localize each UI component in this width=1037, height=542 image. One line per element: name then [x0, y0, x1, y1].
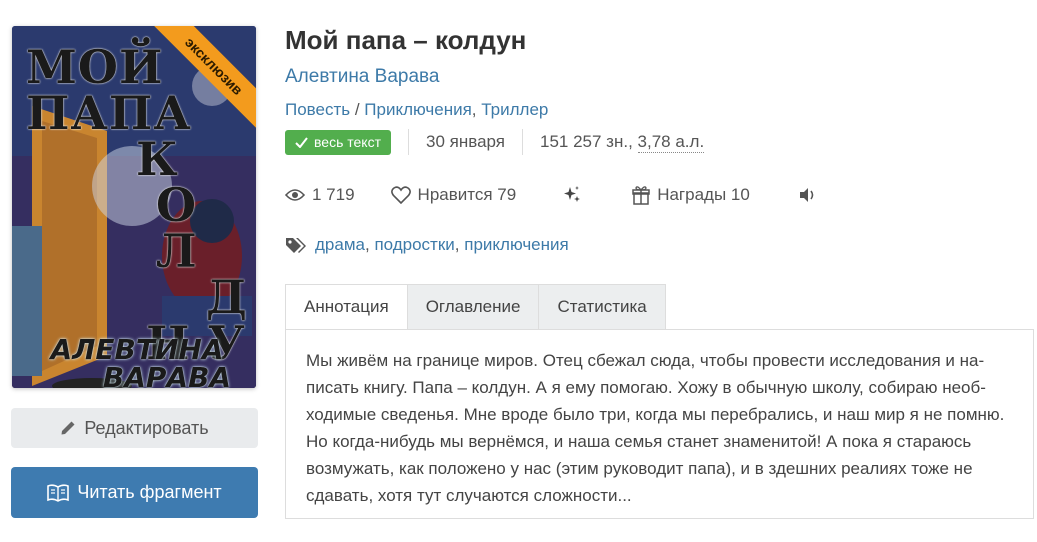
likes-label: Нравится 79 [417, 185, 517, 204]
cover-title-line: О Л [156, 178, 198, 278]
views-stat: 1 719 [285, 185, 355, 205]
publish-date: 30 января [426, 132, 505, 151]
annotation-text: Мы живём на границе миров. Отец сбежал с… [306, 351, 1005, 505]
check-icon [295, 136, 308, 148]
cover-title-line: Д [206, 270, 248, 324]
tag-link[interactable]: приключения [464, 235, 568, 254]
read-fragment-button[interactable]: Читать фрагмент [11, 467, 258, 518]
sparkle-button[interactable] [562, 185, 582, 205]
genre-link[interactable]: Приключения [364, 100, 472, 119]
genre-separator: , [471, 100, 482, 119]
book-icon [47, 483, 70, 502]
audio-button[interactable] [798, 187, 816, 203]
tags-row: драма, подростки, приключения [285, 233, 569, 257]
tags-list: драма, подростки, приключения [315, 235, 569, 255]
size-chars: 151 257 зн., [540, 132, 633, 151]
cover-title: МОЙ ПАПА К О Л Д Н У [26, 44, 248, 366]
awards-button[interactable]: Награды 10 [632, 185, 750, 205]
awards-label: Награды 10 [657, 185, 750, 204]
cover-title-line: К [136, 132, 179, 186]
tab-annotation[interactable]: Аннотация [285, 284, 408, 330]
likes-button[interactable]: Нравится 79 [390, 185, 517, 205]
cover-author-line: АЛЕВТИНА [50, 333, 224, 366]
views-count: 1 719 [312, 185, 355, 204]
annotation-panel: Мы живём на границе миров. Отец сбежал с… [285, 329, 1034, 519]
edit-button[interactable]: Редактировать [11, 408, 258, 448]
status-badge-label: весь текст [314, 134, 381, 150]
tab-contents[interactable]: Оглавление [407, 284, 540, 330]
meta-row: весь текст 30 января 151 257 зн., 3,78 а… [285, 129, 705, 155]
heart-icon [390, 186, 411, 204]
book-cover[interactable]: МОЙ ПАПА К О Л Д Н У АЛЕВТИНА ВАРАВА экс… [12, 26, 256, 388]
tab-statistics[interactable]: Статистика [539, 284, 666, 330]
book-title: Мой папа – колдун [285, 25, 527, 55]
genre-link[interactable]: Триллер [481, 100, 548, 119]
genre-separator: / [350, 100, 365, 119]
tag-link[interactable]: подростки [374, 235, 454, 254]
author-link[interactable]: Алевтина Варава [285, 66, 439, 88]
edit-button-label: Редактировать [84, 417, 209, 438]
cover-author-line: ВАРАВА [102, 361, 232, 389]
cover-author: АЛЕВТИНА ВАРАВА [22, 333, 252, 389]
divider [522, 129, 523, 155]
sparkle-icon [564, 186, 581, 202]
tag-separator: , [454, 235, 465, 254]
status-badge: весь текст [285, 129, 391, 155]
tag-icon [286, 238, 306, 253]
eye-icon [285, 189, 305, 201]
size-sheets[interactable]: 3,78 а.л. [637, 132, 705, 153]
genre-link[interactable]: Повесть [285, 100, 350, 119]
pencil-icon [61, 421, 75, 435]
stats-row: 1 719 Нравится 79 Награды 10 [285, 182, 816, 208]
gift-icon [632, 186, 650, 205]
divider [408, 129, 409, 155]
tag-link[interactable]: драма [315, 235, 365, 254]
genres: Повесть / Приключения, Триллер [285, 100, 548, 120]
read-button-label: Читать фрагмент [77, 482, 222, 502]
tabs: Аннотация Оглавление Статистика [285, 284, 666, 330]
speaker-icon [799, 188, 814, 202]
